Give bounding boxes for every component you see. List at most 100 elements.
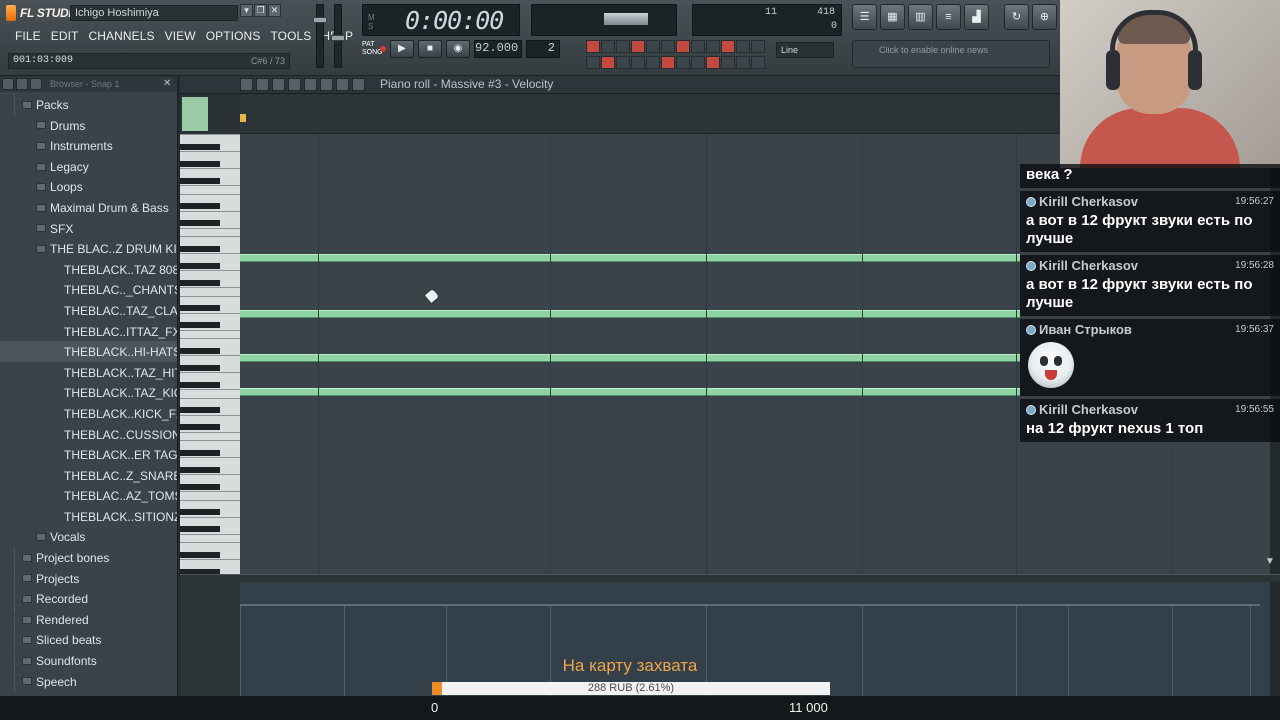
online-news-panel[interactable]: Click to enable online news bbox=[852, 40, 1050, 68]
option-button[interactable] bbox=[646, 56, 660, 69]
option-button[interactable] bbox=[676, 40, 690, 53]
pattern-number-field[interactable]: 2 bbox=[526, 40, 560, 58]
record-mode-icon[interactable] bbox=[380, 46, 386, 52]
browser-item[interactable]: Legacy bbox=[0, 156, 177, 177]
event-selector[interactable] bbox=[180, 582, 240, 696]
project-title-field[interactable]: Ichigo Hoshimiya bbox=[70, 5, 238, 21]
browser-item[interactable]: THEBLACK..KICK_FX bbox=[0, 403, 177, 424]
note[interactable] bbox=[240, 310, 1020, 318]
menu-edit[interactable]: EDIT bbox=[46, 27, 84, 45]
black-key[interactable] bbox=[180, 203, 220, 209]
black-key[interactable] bbox=[180, 526, 220, 532]
option-button[interactable] bbox=[706, 56, 720, 69]
black-key[interactable] bbox=[180, 143, 220, 150]
black-key[interactable] bbox=[180, 220, 220, 226]
mixer-icon[interactable]: ▟ bbox=[964, 4, 989, 30]
slice-tool-icon[interactable] bbox=[304, 78, 317, 91]
velocity-stem[interactable] bbox=[344, 606, 345, 696]
restore-icon[interactable]: ❐ bbox=[254, 4, 267, 17]
velocity-stem[interactable] bbox=[1172, 606, 1173, 696]
option-button[interactable] bbox=[631, 40, 645, 53]
black-key[interactable] bbox=[180, 160, 220, 167]
menu-file[interactable]: FILE bbox=[10, 27, 46, 45]
option-button[interactable] bbox=[736, 56, 750, 69]
browser-item[interactable]: THEBLACK..TAZ 808 bbox=[0, 259, 177, 280]
master-volume-slider[interactable] bbox=[313, 4, 327, 68]
option-button[interactable] bbox=[616, 40, 630, 53]
stop-button[interactable]: ■ bbox=[418, 40, 442, 58]
black-key[interactable] bbox=[180, 509, 220, 515]
black-key[interactable] bbox=[180, 424, 220, 430]
browser-item[interactable]: Maximal Drum & Bass bbox=[0, 197, 177, 218]
browser-item[interactable]: Projects bbox=[0, 567, 177, 589]
option-button[interactable] bbox=[616, 56, 630, 69]
black-key[interactable] bbox=[180, 245, 220, 252]
black-key[interactable] bbox=[180, 305, 220, 311]
browser-item[interactable]: THEBLAC..TAZ_CLAP bbox=[0, 300, 177, 321]
velocity-lane[interactable] bbox=[240, 582, 1270, 696]
option-button[interactable] bbox=[691, 56, 705, 69]
plugin-picker-icon[interactable]: ⊕ bbox=[1032, 4, 1057, 30]
brush-tool-icon[interactable] bbox=[256, 78, 269, 91]
option-button[interactable] bbox=[586, 40, 600, 53]
black-key[interactable] bbox=[180, 381, 220, 388]
black-key[interactable] bbox=[180, 551, 220, 558]
browser-item[interactable]: SFX bbox=[0, 218, 177, 239]
playhead-marker-icon[interactable] bbox=[240, 114, 246, 122]
velocity-stem[interactable] bbox=[1016, 606, 1017, 696]
piano-roll-title[interactable]: Piano roll - Massive #3 - Velocity bbox=[380, 77, 553, 91]
black-key[interactable] bbox=[180, 483, 220, 490]
zoom-tool-icon[interactable] bbox=[336, 78, 349, 91]
tempo-field[interactable]: 92.000 bbox=[474, 40, 522, 58]
browser-item[interactable]: THEBLAC..ITTAZ_FX bbox=[0, 321, 177, 342]
menu-options[interactable]: OPTIONS bbox=[201, 27, 266, 45]
pattern-song-toggle[interactable]: PAT SONG bbox=[362, 41, 383, 57]
option-button[interactable] bbox=[676, 56, 690, 69]
timeline-ruler[interactable] bbox=[240, 94, 1060, 134]
browser-item[interactable]: Speech bbox=[0, 670, 177, 692]
playlist-icon[interactable]: ☰ bbox=[852, 4, 877, 30]
browser-item[interactable]: THEBLAC..CUSSION bbox=[0, 424, 177, 445]
option-button[interactable] bbox=[736, 40, 750, 53]
option-button[interactable] bbox=[751, 40, 765, 53]
note[interactable] bbox=[240, 388, 1020, 396]
velocity-stem[interactable] bbox=[862, 606, 863, 696]
option-button[interactable] bbox=[601, 56, 615, 69]
delete-tool-icon[interactable] bbox=[272, 78, 285, 91]
option-button[interactable] bbox=[631, 56, 645, 69]
note[interactable] bbox=[240, 354, 1020, 362]
browser-forward-icon[interactable] bbox=[30, 78, 42, 90]
browser-icon[interactable]: ≡ bbox=[936, 4, 961, 30]
play-button[interactable]: ▶ bbox=[390, 40, 414, 58]
browser-item[interactable]: THEBLACK..TAZ_KICK bbox=[0, 382, 177, 403]
browser-item[interactable]: THEBLAC..Z_SNARES bbox=[0, 465, 177, 486]
browser-item[interactable]: Project bones bbox=[0, 547, 177, 568]
velocity-stem[interactable] bbox=[1250, 606, 1251, 696]
snap-mode-select[interactable]: Line bbox=[776, 42, 834, 58]
option-button[interactable] bbox=[706, 40, 720, 53]
time-display[interactable]: 0:00:00 bbox=[405, 6, 504, 35]
master-pitch-slider[interactable] bbox=[331, 4, 345, 68]
note[interactable] bbox=[240, 254, 1020, 262]
black-key[interactable] bbox=[180, 466, 220, 473]
browser-item[interactable]: THEBLACK..TAZ_HITS bbox=[0, 362, 177, 383]
black-key[interactable] bbox=[180, 347, 220, 354]
scroll-down-icon[interactable]: ▼ bbox=[1265, 556, 1279, 574]
browser-item[interactable]: Recorded bbox=[0, 588, 177, 609]
menu-channels[interactable]: CHANNELS bbox=[83, 27, 159, 45]
pencil-tool-icon[interactable] bbox=[240, 78, 253, 91]
black-key[interactable] bbox=[180, 279, 220, 286]
browser-item[interactable]: THEBLACK..SITIONZ bbox=[0, 506, 177, 527]
browser-item[interactable]: Packs bbox=[0, 94, 177, 115]
select-tool-icon[interactable] bbox=[320, 78, 333, 91]
browser-menu-icon[interactable] bbox=[2, 78, 14, 90]
velocity-stem[interactable] bbox=[1068, 606, 1069, 696]
black-key[interactable] bbox=[180, 262, 220, 269]
browser-item[interactable]: Vocals bbox=[0, 526, 177, 547]
browser-item[interactable]: THEBLAC..AZ_TOMS bbox=[0, 485, 177, 506]
refresh-icon[interactable]: ↻ bbox=[1004, 4, 1029, 30]
option-button[interactable] bbox=[601, 40, 615, 53]
option-button[interactable] bbox=[661, 40, 675, 53]
close-icon[interactable]: ✕ bbox=[268, 4, 281, 17]
black-key[interactable] bbox=[180, 322, 220, 328]
